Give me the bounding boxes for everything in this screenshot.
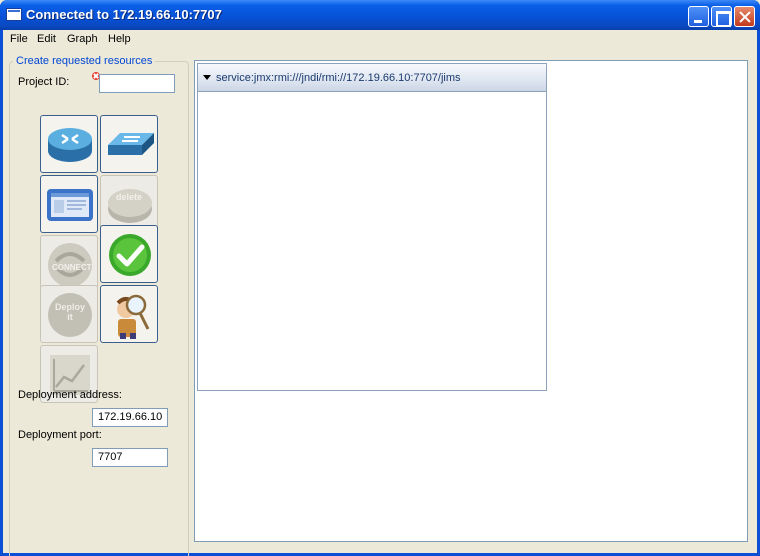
inspect-tool-button[interactable] — [100, 285, 158, 343]
workstation-tool-button[interactable] — [40, 175, 98, 233]
delete-tool-label: delete — [116, 192, 143, 202]
deploy-tool-button[interactable]: Deploy it — [40, 285, 98, 343]
inspector-icon — [116, 294, 150, 339]
collapse-arrow-icon[interactable] — [203, 75, 211, 80]
minimize-button[interactable] — [688, 6, 709, 27]
menu-help[interactable]: Help — [108, 33, 131, 45]
create-resources-panel — [9, 61, 189, 556]
deployment-port-label: Deployment port: — [18, 429, 102, 441]
check-icon — [109, 234, 151, 276]
jmx-service-frame[interactable]: service:jmx:rmi:///jndi/rmi://172.19.66.… — [197, 63, 547, 391]
maximize-button[interactable] — [711, 6, 732, 27]
project-id-label: Project ID: — [18, 76, 70, 88]
window-client-area: File Edit Graph Help Create requested re… — [3, 30, 757, 556]
deployment-address-input[interactable]: 172.19.66.10 — [92, 408, 168, 427]
frame-title: service:jmx:rmi:///jndi/rmi://172.19.66.… — [216, 72, 461, 84]
title-bar[interactable]: Connected to 172.19.66.10:7707 — [0, 0, 760, 30]
app-window: Connected to 172.19.66.10:7707 File Edit… — [0, 0, 760, 556]
router-icon — [48, 128, 92, 162]
switch-tool-button[interactable] — [100, 115, 158, 173]
connect-tool-label: CONNECT — [52, 263, 92, 272]
panel-title: Create requested resources — [13, 55, 156, 67]
menu-bar: File Edit Graph Help — [3, 30, 757, 50]
menu-edit[interactable]: Edit — [37, 33, 56, 45]
window-title: Connected to 172.19.66.10:7707 — [26, 7, 222, 22]
menu-file[interactable]: File — [10, 33, 28, 45]
window-icon — [6, 8, 22, 21]
router-tool-button[interactable] — [40, 115, 98, 173]
deployment-port-input[interactable]: 7707 — [92, 448, 168, 467]
menu-graph[interactable]: Graph — [67, 33, 98, 45]
frame-header[interactable]: service:jmx:rmi:///jndi/rmi://172.19.66.… — [198, 64, 546, 92]
deploy-tool-label: Deploy it — [54, 302, 85, 322]
validate-tool-button[interactable] — [100, 225, 158, 283]
graph-canvas[interactable]: service:jmx:rmi:///jndi/rmi://172.19.66.… — [194, 60, 748, 542]
project-id-input[interactable] — [99, 74, 175, 93]
workstation-icon — [47, 189, 93, 221]
deployment-address-label: Deployment address: — [18, 389, 122, 401]
close-button[interactable] — [734, 6, 755, 27]
switch-icon — [108, 133, 154, 155]
delete-icon — [108, 189, 152, 223]
